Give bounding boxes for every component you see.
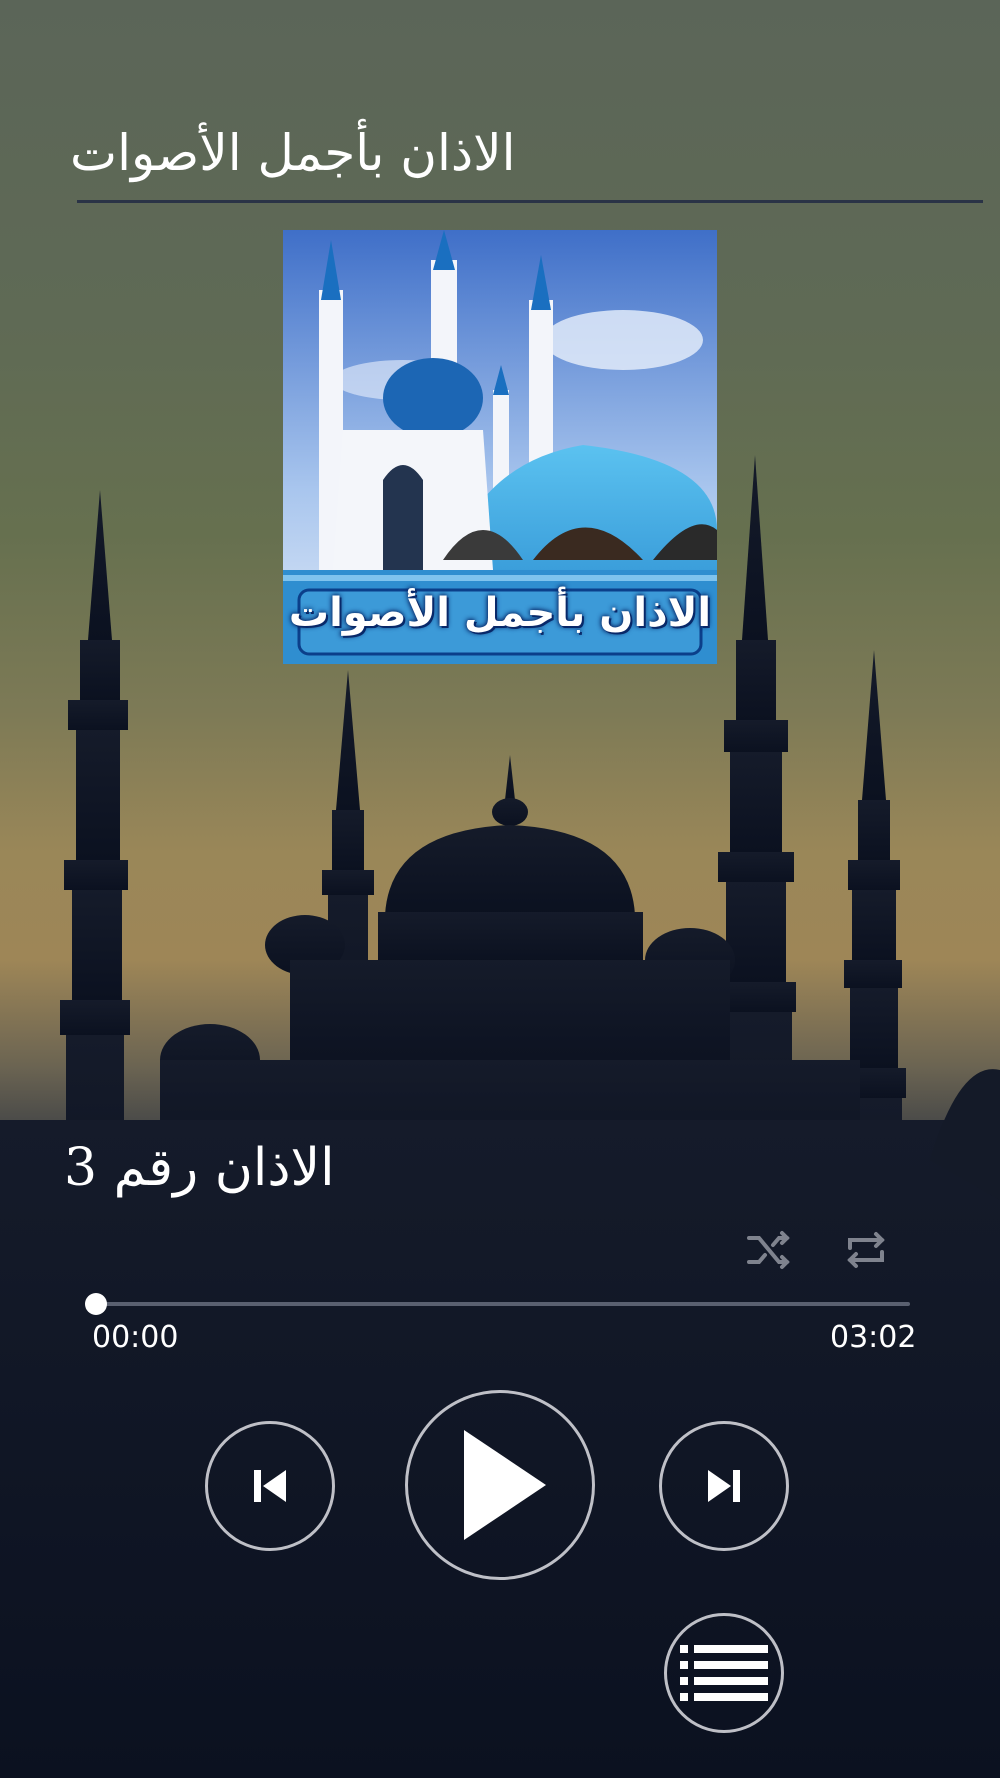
total-time: 03:02	[830, 1320, 917, 1355]
seek-track	[96, 1302, 910, 1306]
next-button[interactable]	[659, 1421, 789, 1551]
shuffle-icon	[747, 1231, 790, 1269]
track-title: الاذان رقم 3	[64, 1138, 335, 1198]
playlist-icon	[680, 1645, 768, 1701]
app-title: الاذان بأجمل الأصوات	[70, 124, 516, 182]
playlist-button[interactable]	[664, 1613, 784, 1733]
skip-next-icon	[708, 1470, 740, 1502]
album-artwork: الاذان بأجمل الأصوات	[283, 230, 717, 664]
repeat-icon	[847, 1232, 885, 1268]
seek-bar[interactable]	[85, 1293, 910, 1315]
previous-button[interactable]	[205, 1421, 335, 1551]
seek-thumb[interactable]	[85, 1293, 107, 1315]
current-time: 00:00	[92, 1320, 179, 1355]
header-divider	[77, 200, 983, 203]
album-caption: الاذان بأجمل الأصوات	[288, 590, 712, 636]
skip-previous-icon	[254, 1470, 286, 1502]
play-button[interactable]	[405, 1390, 595, 1580]
play-icon	[464, 1430, 546, 1540]
repeat-button[interactable]	[842, 1226, 890, 1274]
shuffle-button[interactable]	[745, 1226, 793, 1274]
